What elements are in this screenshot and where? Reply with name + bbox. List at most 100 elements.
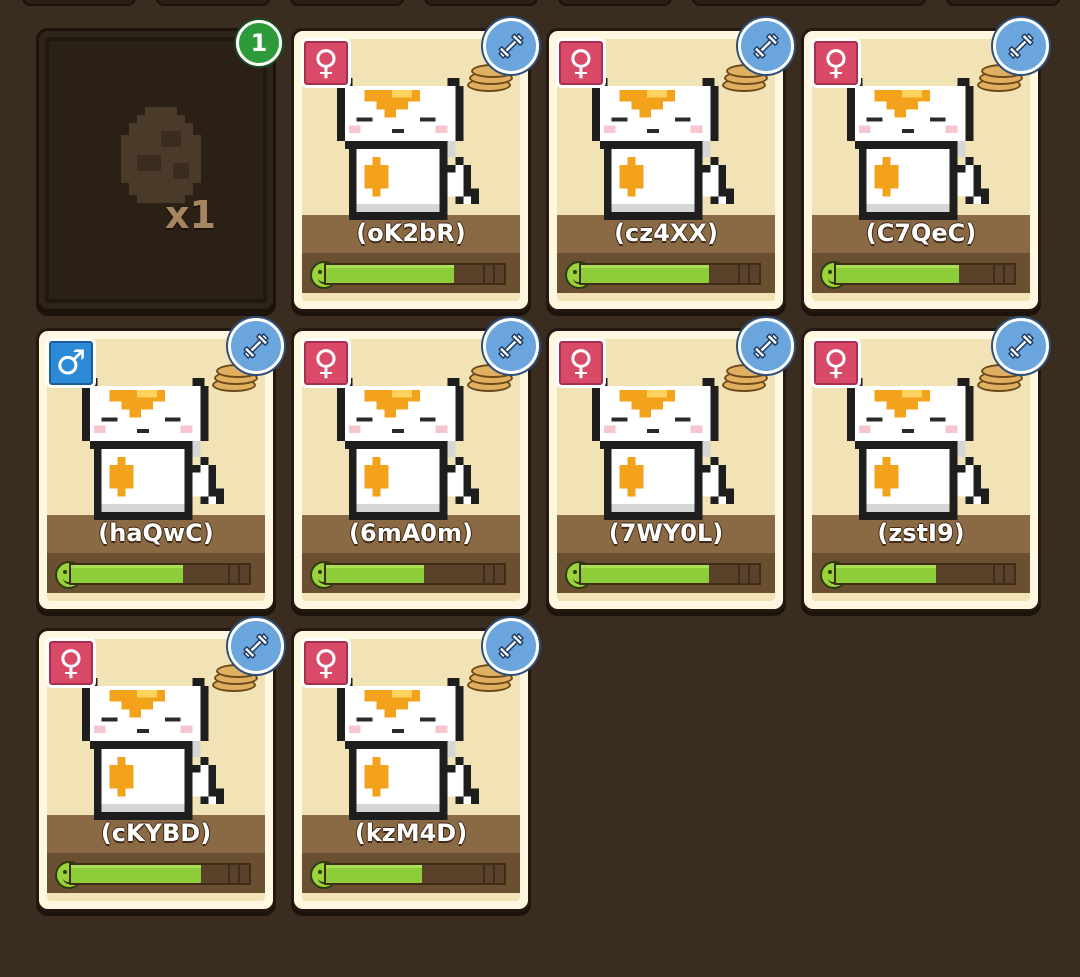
happiness-band — [557, 553, 775, 593]
female-icon: ♀ — [46, 638, 96, 688]
female-icon: ♀ — [301, 38, 351, 88]
egg-slot-card[interactable]: x1 1 — [36, 20, 282, 316]
bar-segment-divider — [737, 265, 740, 283]
pet-name: (cz4XX) — [614, 219, 718, 247]
female-icon: ♀ — [301, 338, 351, 388]
happiness-bar-fill — [326, 865, 423, 883]
happiness-band — [812, 253, 1030, 293]
cat-sprite — [591, 77, 735, 221]
bar-segment-divider — [992, 265, 995, 283]
dumbbell-icon[interactable] — [483, 18, 539, 74]
top-tab[interactable] — [424, 0, 538, 6]
happiness-bar — [834, 563, 1016, 585]
happiness-bar-fill — [836, 265, 959, 283]
happiness-bar — [579, 263, 761, 285]
bar-segment-divider — [737, 565, 740, 583]
happiness-bar — [324, 563, 506, 585]
top-tabs-strip — [0, 0, 1080, 8]
cat-sprite — [846, 377, 990, 521]
happiness-bar-fill — [581, 265, 710, 283]
female-icon: ♀ — [301, 638, 351, 688]
cat-sprite — [336, 377, 480, 521]
happiness-band — [47, 553, 265, 593]
cat-sprite — [591, 377, 735, 521]
pet-name: (cKYBD) — [100, 819, 212, 847]
pet-card[interactable]: (oK2bR) ♀ — [291, 18, 539, 316]
pet-name: (kzM4D) — [354, 819, 468, 847]
happiness-bar-fill — [581, 565, 710, 583]
cat-sprite — [336, 677, 480, 821]
happiness-bar — [69, 563, 251, 585]
bar-segment-divider — [493, 265, 496, 283]
pet-name: (oK2bR) — [356, 219, 466, 247]
pet-card[interactable]: (haQwC) ♂ — [36, 318, 284, 616]
female-icon: ♀ — [811, 38, 861, 88]
bar-segment-divider — [238, 565, 241, 583]
happiness-bar-fill — [71, 565, 184, 583]
bar-segment-divider — [748, 565, 751, 583]
happiness-bar-fill — [71, 865, 201, 883]
bar-segment-divider — [482, 265, 485, 283]
cat-sprite — [336, 77, 480, 221]
top-tab[interactable] — [692, 0, 926, 6]
top-tab[interactable] — [22, 0, 136, 6]
top-tab[interactable] — [946, 0, 1060, 6]
bar-segment-divider — [482, 565, 485, 583]
female-icon: ♀ — [556, 338, 606, 388]
bar-segment-divider — [227, 565, 230, 583]
happiness-bar-fill — [326, 265, 455, 283]
dumbbell-icon[interactable] — [738, 318, 794, 374]
male-icon: ♂ — [46, 338, 96, 388]
dumbbell-icon[interactable] — [228, 618, 284, 674]
bar-segment-divider — [1003, 265, 1006, 283]
bar-segment-divider — [493, 565, 496, 583]
pet-card[interactable]: (7WY0L) ♀ — [546, 318, 794, 616]
dumbbell-icon[interactable] — [228, 318, 284, 374]
bar-segment-divider — [238, 865, 241, 883]
bar-segment-divider — [493, 865, 496, 883]
pet-name: (zstI9) — [877, 519, 965, 547]
dumbbell-icon[interactable] — [483, 318, 539, 374]
dumbbell-icon[interactable] — [483, 618, 539, 674]
dumbbell-icon[interactable] — [993, 18, 1049, 74]
female-icon: ♀ — [811, 338, 861, 388]
happiness-bar — [324, 863, 506, 885]
happiness-band — [302, 853, 520, 893]
happiness-band — [302, 553, 520, 593]
happiness-bar — [834, 263, 1016, 285]
top-tab[interactable] — [156, 0, 270, 6]
happiness-bar — [324, 263, 506, 285]
pet-card[interactable]: (C7QeC) ♀ — [801, 18, 1049, 316]
top-tab[interactable] — [558, 0, 672, 6]
pet-name: (haQwC) — [98, 519, 214, 547]
cat-sprite — [81, 377, 225, 521]
notification-badge: 1 — [236, 20, 282, 66]
pet-card[interactable]: (cz4XX) ♀ — [546, 18, 794, 316]
bar-segment-divider — [992, 565, 995, 583]
pet-card[interactable]: (cKYBD) ♀ — [36, 618, 284, 916]
pet-card[interactable]: (kzM4D) ♀ — [291, 618, 539, 916]
happiness-bar-fill — [326, 565, 424, 583]
bar-segment-divider — [482, 865, 485, 883]
egg-quantity: x1 — [165, 193, 216, 237]
cat-sprite — [846, 77, 990, 221]
pet-card[interactable]: (zstI9) ♀ — [801, 318, 1049, 616]
happiness-band — [557, 253, 775, 293]
happiness-bar-fill — [836, 565, 936, 583]
pet-name: (7WY0L) — [608, 519, 724, 547]
cat-sprite — [81, 677, 225, 821]
happiness-bar — [579, 563, 761, 585]
pet-card[interactable]: (6mA0m) ♀ — [291, 318, 539, 616]
female-icon: ♀ — [556, 38, 606, 88]
happiness-bar — [69, 863, 251, 885]
dumbbell-icon[interactable] — [738, 18, 794, 74]
bar-segment-divider — [227, 865, 230, 883]
pet-name: (6mA0m) — [349, 519, 473, 547]
pet-name: (C7QeC) — [865, 219, 977, 247]
happiness-band — [302, 253, 520, 293]
top-tab[interactable] — [290, 0, 404, 6]
dumbbell-icon[interactable] — [993, 318, 1049, 374]
happiness-band — [47, 853, 265, 893]
happiness-band — [812, 553, 1030, 593]
bar-segment-divider — [748, 265, 751, 283]
